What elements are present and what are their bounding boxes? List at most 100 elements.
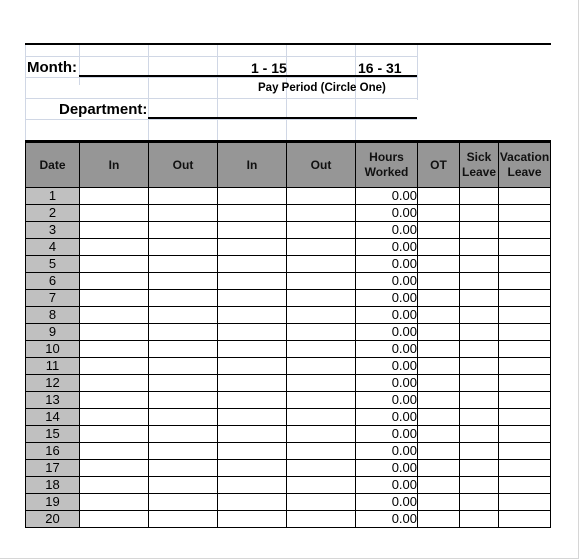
out-1-cell[interactable]	[148, 221, 218, 239]
sick-leave-cell[interactable]	[459, 357, 499, 375]
hours-worked-cell[interactable]: 0.00	[355, 289, 418, 307]
sick-leave-cell[interactable]	[459, 476, 499, 494]
in-2-cell[interactable]	[217, 238, 287, 256]
out-2-cell[interactable]	[286, 272, 356, 290]
out-1-cell[interactable]	[148, 255, 218, 273]
vacation-leave-cell[interactable]	[498, 272, 551, 290]
sick-leave-cell[interactable]	[459, 425, 499, 443]
in-2-cell[interactable]	[217, 289, 287, 307]
out-2-cell[interactable]	[286, 357, 356, 375]
ot-cell[interactable]	[417, 323, 460, 341]
in-1-cell[interactable]	[79, 425, 149, 443]
in-2-cell[interactable]	[217, 408, 287, 426]
ot-cell[interactable]	[417, 425, 460, 443]
in-2-cell[interactable]	[217, 221, 287, 239]
in-1-cell[interactable]	[79, 408, 149, 426]
in-1-cell[interactable]	[79, 459, 149, 477]
out-2-cell[interactable]	[286, 510, 356, 528]
vacation-leave-cell[interactable]	[498, 221, 551, 239]
in-2-cell[interactable]	[217, 510, 287, 528]
sick-leave-cell[interactable]	[459, 238, 499, 256]
out-1-cell[interactable]	[148, 442, 218, 460]
out-1-cell[interactable]	[148, 187, 218, 205]
ot-cell[interactable]	[417, 340, 460, 358]
in-2-cell[interactable]	[217, 340, 287, 358]
in-1-cell[interactable]	[79, 204, 149, 222]
hours-worked-cell[interactable]: 0.00	[355, 306, 418, 324]
hours-worked-cell[interactable]: 0.00	[355, 238, 418, 256]
ot-cell[interactable]	[417, 357, 460, 375]
sick-leave-cell[interactable]	[459, 255, 499, 273]
department-field[interactable]	[148, 117, 417, 119]
period-option-1[interactable]: 1 - 15	[251, 60, 287, 76]
in-1-cell[interactable]	[79, 391, 149, 409]
sick-leave-cell[interactable]	[459, 374, 499, 392]
in-2-cell[interactable]	[217, 374, 287, 392]
in-1-cell[interactable]	[79, 306, 149, 324]
hours-worked-cell[interactable]: 0.00	[355, 493, 418, 511]
ot-cell[interactable]	[417, 374, 460, 392]
out-1-cell[interactable]	[148, 510, 218, 528]
out-1-cell[interactable]	[148, 323, 218, 341]
hours-worked-cell[interactable]: 0.00	[355, 476, 418, 494]
vacation-leave-cell[interactable]	[498, 204, 551, 222]
sick-leave-cell[interactable]	[459, 323, 499, 341]
hours-worked-cell[interactable]: 0.00	[355, 459, 418, 477]
ot-cell[interactable]	[417, 408, 460, 426]
out-2-cell[interactable]	[286, 255, 356, 273]
in-1-cell[interactable]	[79, 510, 149, 528]
ot-cell[interactable]	[417, 459, 460, 477]
ot-cell[interactable]	[417, 255, 460, 273]
sick-leave-cell[interactable]	[459, 442, 499, 460]
ot-cell[interactable]	[417, 476, 460, 494]
in-2-cell[interactable]	[217, 272, 287, 290]
ot-cell[interactable]	[417, 204, 460, 222]
sick-leave-cell[interactable]	[459, 340, 499, 358]
hours-worked-cell[interactable]: 0.00	[355, 442, 418, 460]
in-1-cell[interactable]	[79, 323, 149, 341]
ot-cell[interactable]	[417, 442, 460, 460]
in-2-cell[interactable]	[217, 476, 287, 494]
in-1-cell[interactable]	[79, 493, 149, 511]
out-2-cell[interactable]	[286, 408, 356, 426]
ot-cell[interactable]	[417, 391, 460, 409]
hours-worked-cell[interactable]: 0.00	[355, 187, 418, 205]
in-2-cell[interactable]	[217, 187, 287, 205]
vacation-leave-cell[interactable]	[498, 476, 551, 494]
out-1-cell[interactable]	[148, 493, 218, 511]
sick-leave-cell[interactable]	[459, 408, 499, 426]
out-2-cell[interactable]	[286, 493, 356, 511]
hours-worked-cell[interactable]: 0.00	[355, 425, 418, 443]
vacation-leave-cell[interactable]	[498, 408, 551, 426]
vacation-leave-cell[interactable]	[498, 425, 551, 443]
in-2-cell[interactable]	[217, 459, 287, 477]
ot-cell[interactable]	[417, 289, 460, 307]
in-1-cell[interactable]	[79, 442, 149, 460]
hours-worked-cell[interactable]: 0.00	[355, 323, 418, 341]
out-1-cell[interactable]	[148, 391, 218, 409]
sick-leave-cell[interactable]	[459, 272, 499, 290]
sick-leave-cell[interactable]	[459, 204, 499, 222]
in-2-cell[interactable]	[217, 442, 287, 460]
in-1-cell[interactable]	[79, 255, 149, 273]
in-1-cell[interactable]	[79, 340, 149, 358]
in-2-cell[interactable]	[217, 357, 287, 375]
hours-worked-cell[interactable]: 0.00	[355, 272, 418, 290]
in-2-cell[interactable]	[217, 493, 287, 511]
vacation-leave-cell[interactable]	[498, 459, 551, 477]
out-1-cell[interactable]	[148, 425, 218, 443]
ot-cell[interactable]	[417, 272, 460, 290]
hours-worked-cell[interactable]: 0.00	[355, 391, 418, 409]
out-1-cell[interactable]	[148, 357, 218, 375]
out-2-cell[interactable]	[286, 221, 356, 239]
in-2-cell[interactable]	[217, 204, 287, 222]
sick-leave-cell[interactable]	[459, 289, 499, 307]
vacation-leave-cell[interactable]	[498, 187, 551, 205]
in-2-cell[interactable]	[217, 306, 287, 324]
ot-cell[interactable]	[417, 238, 460, 256]
out-2-cell[interactable]	[286, 187, 356, 205]
vacation-leave-cell[interactable]	[498, 306, 551, 324]
period-option-2[interactable]: 16 - 31	[358, 60, 402, 76]
in-1-cell[interactable]	[79, 476, 149, 494]
out-1-cell[interactable]	[148, 476, 218, 494]
